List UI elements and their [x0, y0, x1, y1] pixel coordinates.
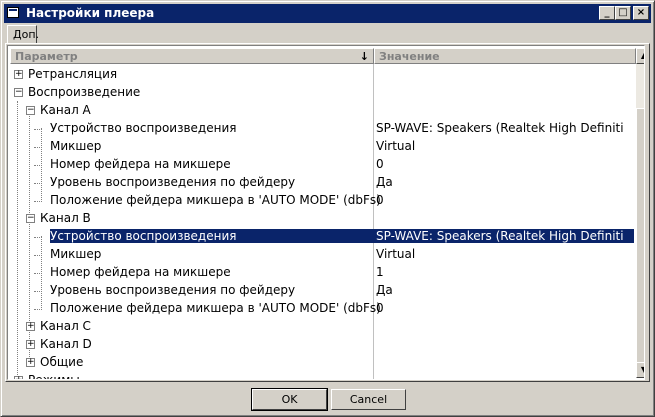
row-name: Положение фейдера микшера в 'AUTO MODE' …: [50, 301, 381, 315]
grid-row[interactable]: Устройство воспроизведения SP-WAVE: Speak…: [10, 228, 636, 246]
vertical-scrollbar[interactable]: ▲ ▼: [636, 48, 644, 378]
window-title: Настройки плеера: [26, 6, 155, 20]
grid-row[interactable]: + Канал C: [10, 318, 636, 336]
row-value[interactable]: 0: [376, 193, 632, 207]
grid-row[interactable]: Уровень воспроизведения по фейдеру Да: [10, 174, 636, 192]
row-value[interactable]: 0: [376, 301, 632, 315]
grid-row[interactable]: Положение фейдера микшера в 'AUTO MODE' …: [10, 300, 636, 318]
grid-row[interactable]: − Канал B: [10, 210, 636, 228]
row-value[interactable]: Virtual: [376, 247, 632, 261]
row-value[interactable]: Да: [376, 175, 632, 189]
close-button[interactable]: ×: [633, 6, 649, 20]
scroll-down-arrow-icon[interactable]: ▼: [636, 362, 644, 378]
expand-plus-icon[interactable]: +: [14, 70, 23, 79]
column-header-param[interactable]: Параметр ↓: [10, 48, 374, 64]
row-name: Ретрансляция: [28, 67, 118, 81]
row-value[interactable]: Virtual: [376, 139, 632, 153]
row-name: Номер фейдера на микшере: [50, 157, 231, 171]
row-value[interactable]: SP-WAVE: Speakers (Realtek High Definiti: [376, 121, 632, 135]
title-bar[interactable]: Настройки плеера _ □ ×: [4, 4, 651, 23]
grid-row[interactable]: Устройство воспроизведения SP-WAVE: Speak…: [10, 120, 636, 138]
expand-plus-icon[interactable]: +: [26, 358, 35, 367]
column-header-param-label: Параметр: [15, 50, 78, 63]
grid-row[interactable]: Номер фейдера на микшере 1: [10, 264, 636, 282]
row-name: Устройство воспроизведения: [50, 229, 397, 243]
tab-dop[interactable]: Доп.: [7, 25, 39, 43]
ok-button[interactable]: OK: [251, 388, 328, 411]
settings-window: Настройки плеера _ □ × Доп. Параметр ↓ З…: [0, 0, 655, 417]
grid-row[interactable]: Микшер Virtual: [10, 138, 636, 156]
row-name: Положение фейдера микшера в 'AUTO MODE' …: [50, 193, 381, 207]
property-grid[interactable]: Параметр ↓ Значение + Ретрансляция − Воспро…: [7, 45, 645, 380]
scroll-up-arrow-icon[interactable]: ▲: [636, 48, 644, 64]
row-value[interactable]: SP-WAVE: Speakers (Realtek High Definiti: [375, 229, 634, 243]
grid-row[interactable]: + Ретрансляция: [10, 66, 636, 84]
expand-plus-icon[interactable]: +: [26, 340, 35, 349]
row-name: Микшер: [50, 139, 102, 153]
grid-row[interactable]: Микшер Virtual: [10, 246, 636, 264]
row-name: Канал B: [40, 211, 91, 225]
grid-row[interactable]: Уровень воспроизведения по фейдеру Да: [10, 282, 636, 300]
grid-row[interactable]: − Воспроизведение: [10, 84, 636, 102]
row-value[interactable]: 0: [376, 157, 632, 171]
expand-plus-icon[interactable]: +: [14, 376, 23, 379]
row-name: Общие: [40, 355, 84, 369]
scroll-thumb[interactable]: [636, 108, 644, 368]
row-name: Устройство воспроизведения: [50, 121, 237, 135]
grid-row[interactable]: + Канал D: [10, 336, 636, 354]
grid-row[interactable]: + Общие: [10, 354, 636, 372]
row-value[interactable]: Да: [376, 283, 632, 297]
row-name: Воспроизведение: [28, 85, 141, 99]
expand-plus-icon[interactable]: +: [26, 322, 35, 331]
column-header-value[interactable]: Значение: [374, 48, 636, 64]
row-name: Режимы: [28, 373, 80, 380]
grid-row[interactable]: − Канал A: [10, 102, 636, 120]
grid-row[interactable]: Номер фейдера на микшере 0: [10, 156, 636, 174]
grid-row[interactable]: Положение фейдера микшера в 'AUTO MODE' …: [10, 192, 636, 210]
row-name: Канал D: [40, 337, 92, 351]
row-name: Уровень воспроизведения по фейдеру: [50, 175, 296, 189]
sort-down-arrow-icon: ↓: [359, 50, 369, 63]
cancel-button[interactable]: Cancel: [331, 389, 406, 410]
row-name: Уровень воспроизведения по фейдеру: [50, 283, 296, 297]
row-name: Канал A: [40, 103, 91, 117]
row-name: Микшер: [50, 247, 102, 261]
row-value[interactable]: 1: [376, 265, 632, 279]
collapse-minus-icon[interactable]: −: [14, 88, 23, 97]
app-icon: [7, 7, 19, 18]
maximize-button[interactable]: □: [615, 6, 631, 20]
row-name: Канал C: [40, 319, 91, 333]
collapse-minus-icon[interactable]: −: [26, 106, 35, 115]
collapse-minus-icon[interactable]: −: [26, 214, 35, 223]
row-name: Номер фейдера на микшере: [50, 265, 231, 279]
minimize-button[interactable]: _: [599, 6, 615, 20]
grid-row[interactable]: + Режимы: [10, 372, 636, 380]
